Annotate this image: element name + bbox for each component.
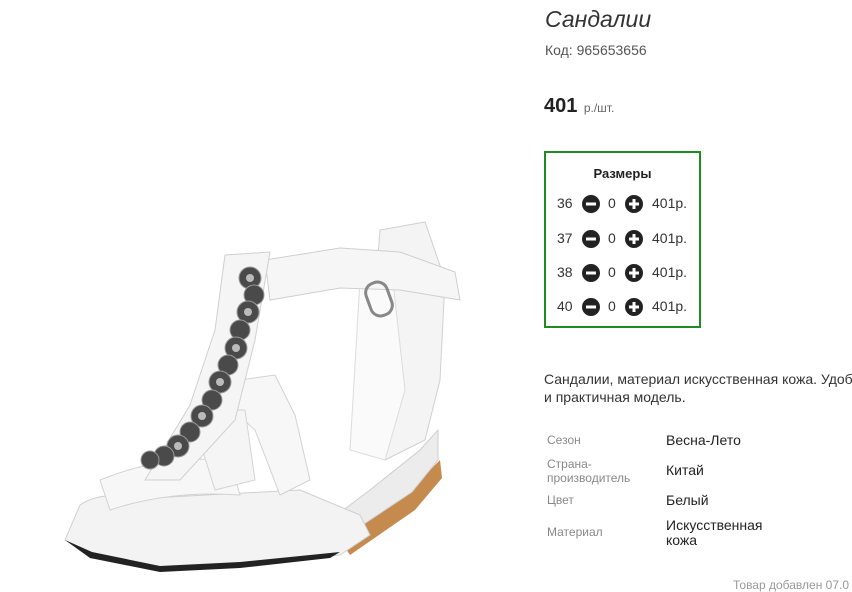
attr-value-color: Белый	[666, 492, 709, 508]
size-quantity: 0	[608, 264, 616, 280]
plus-circle-icon[interactable]	[625, 298, 643, 316]
size-price: 401р.	[652, 298, 688, 314]
attr-value-country: Китай	[666, 462, 704, 478]
description-line: Сандалии, материал искусственная кожа. У…	[544, 371, 852, 387]
size-price: 401р.	[652, 264, 688, 280]
minus-circle-icon[interactable]	[582, 195, 600, 213]
plus-circle-icon[interactable]	[625, 264, 643, 282]
product-title: Сандалии	[545, 6, 652, 32]
sizes-title: Размеры	[593, 166, 652, 181]
size-number: 37	[557, 230, 573, 246]
attr-label-country: Страна-производитель	[547, 457, 631, 485]
product-description: Сандалии, материал искусственная кожа. У…	[544, 370, 852, 406]
attr-label-material: Материал	[547, 525, 603, 539]
product-photo	[64, 221, 461, 572]
size-quantity: 0	[608, 230, 616, 246]
minus-circle-icon[interactable]	[582, 264, 600, 282]
size-row: 37 0 401р.	[546, 229, 699, 249]
attr-value-season: Весна-Лето	[666, 432, 741, 448]
description-line: и практичная модель.	[544, 389, 686, 405]
price-value: 401	[544, 95, 578, 117]
size-quantity: 0	[608, 195, 616, 211]
plus-circle-icon[interactable]	[625, 230, 643, 248]
attr-value-material: Искусственная кожа	[666, 517, 763, 548]
size-number: 40	[557, 298, 573, 314]
size-row: 36 0 401р.	[546, 194, 699, 214]
attr-label-season: Сезон	[547, 433, 581, 447]
size-price: 401р.	[652, 195, 688, 211]
sizes-panel: Размеры 36 0 401р. 37 0 401р. 38 0 401р.…	[544, 151, 701, 328]
size-number: 36	[557, 195, 573, 211]
date-added-note: Товар добавлен 07.0	[733, 578, 850, 592]
size-price: 401р.	[652, 230, 688, 246]
size-row: 40 0 401р.	[546, 297, 699, 317]
attr-label-color: Цвет	[547, 493, 574, 507]
plus-circle-icon[interactable]	[625, 195, 643, 213]
size-number: 38	[557, 264, 573, 280]
minus-circle-icon[interactable]	[582, 230, 600, 248]
minus-circle-icon[interactable]	[582, 298, 600, 316]
size-quantity: 0	[608, 298, 616, 314]
product-code: Код: 965653656	[545, 42, 647, 58]
price-unit: р./шт.	[583, 101, 615, 115]
product-price: 401 р./шт.	[544, 95, 614, 118]
size-row: 38 0 401р.	[546, 263, 699, 283]
